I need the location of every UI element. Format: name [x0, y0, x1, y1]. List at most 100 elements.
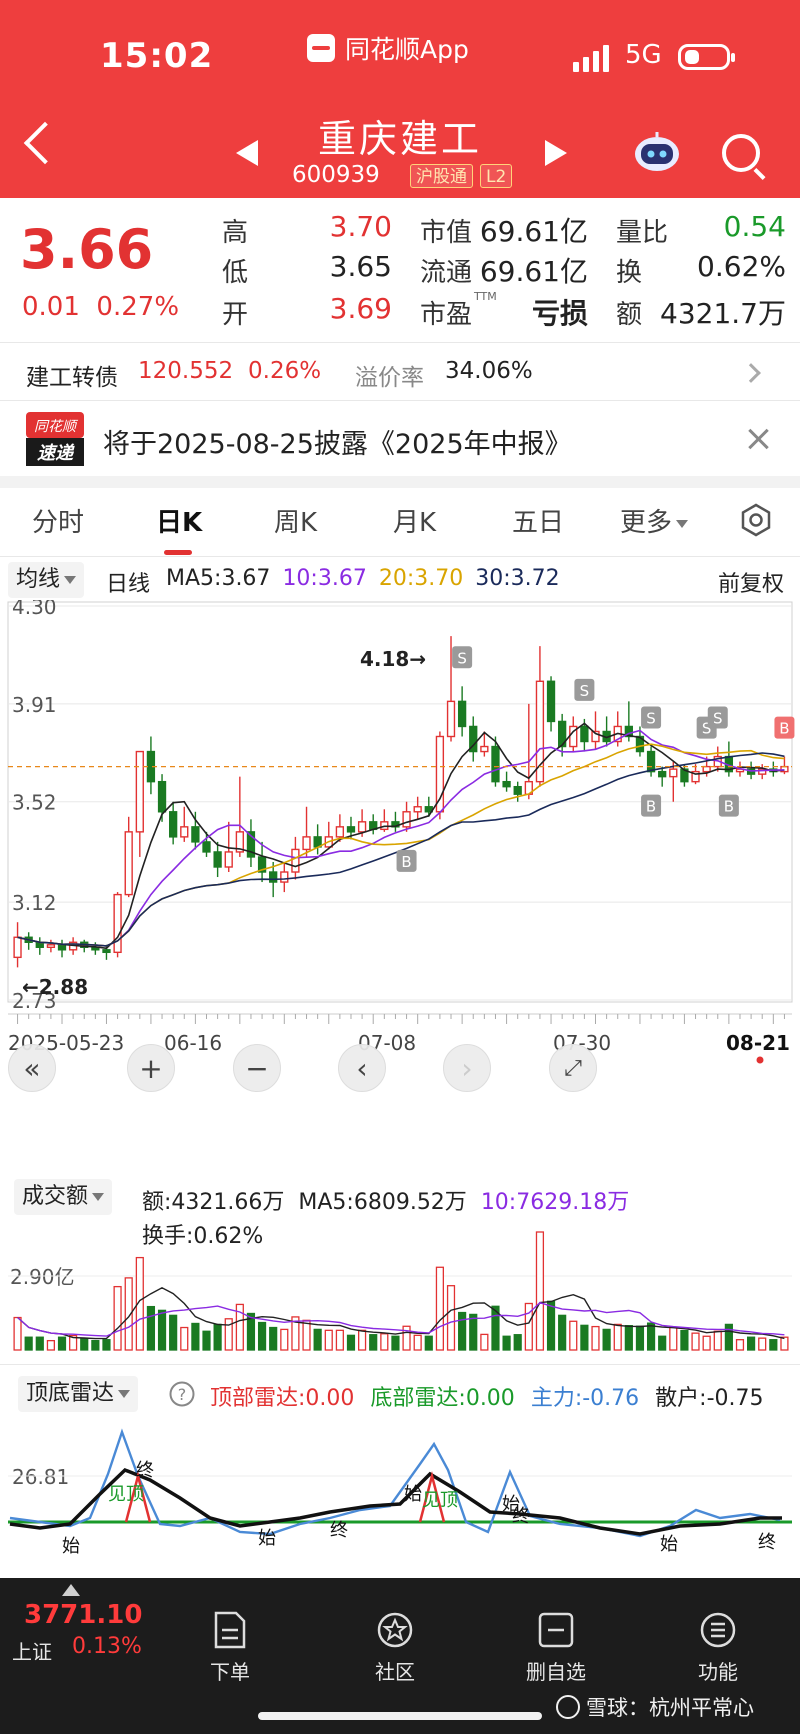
candle [113, 892, 122, 958]
convertible-bond-row[interactable]: 建工转债 120.552 0.26% 溢价率 34.06% [0, 344, 800, 398]
tab-period-4[interactable]: 五日 [512, 502, 564, 539]
volume-chart[interactable]: 2.90亿 [0, 1212, 800, 1356]
divider [0, 342, 800, 343]
tab-period-3[interactable]: 月K [393, 502, 436, 539]
status-time: 15:02 [100, 36, 214, 76]
volume-bar [257, 1321, 267, 1351]
radar-y-tick: 26.81 [12, 1465, 69, 1489]
scroll-left-icon[interactable]: ‹ [338, 1044, 386, 1092]
stat-value: 4321.7万 [660, 297, 786, 330]
sell-signal-icon[interactable]: S [574, 678, 595, 701]
radar-label: 顶部雷达:0.00 [210, 1386, 355, 1411]
zoom-in-icon[interactable]: + [127, 1044, 175, 1092]
radar-selector[interactable]: 顶底雷达 [18, 1376, 139, 1412]
divider [0, 1364, 800, 1365]
document-icon [214, 1611, 246, 1649]
candle [302, 806, 311, 857]
volume-selector[interactable]: 成交额 [14, 1179, 113, 1215]
tab-period-0[interactable]: 分时 [32, 502, 84, 539]
tab-period-1[interactable]: 日K [156, 502, 202, 539]
y-tick-label: 3.12 [12, 891, 57, 915]
low-label: ←2.88 [22, 975, 88, 999]
radar-mark-label: 始 [62, 1536, 80, 1557]
radar-mark-label: 终 [136, 1460, 154, 1481]
nav-remove-watchlist[interactable]: 删自选 [506, 1610, 606, 1685]
volume-bar [269, 1326, 278, 1351]
svg-text:S: S [457, 649, 467, 667]
app-header: 15:02 同花顺App 5G 重庆建工 600939 沪股通 L2 [0, 0, 800, 198]
volume-bar [758, 1337, 767, 1351]
network-type: 5G [625, 40, 662, 70]
active-tab-indicator [164, 550, 192, 555]
nav-functions[interactable]: 功能 [668, 1610, 768, 1685]
stat-label: 高 [222, 218, 249, 248]
nav-order[interactable]: 下单 [180, 1610, 280, 1685]
kline-chart[interactable]: 4.303.913.523.122.734.18→←2.88BSBSBS BSS2… [0, 600, 800, 1120]
triangle-up-icon [62, 1584, 80, 1596]
volume-bar [469, 1313, 478, 1351]
buy-signal-icon[interactable]: B [396, 849, 417, 872]
candle [602, 716, 611, 747]
sell-signal-icon[interactable]: S [641, 706, 662, 729]
radar-mark-label: 终 [330, 1520, 348, 1541]
buy-signal-icon[interactable]: B [718, 794, 739, 817]
nav-community[interactable]: 社区 [345, 1610, 445, 1685]
ai-assistant-icon[interactable] [632, 130, 682, 174]
candle [46, 939, 56, 953]
help-icon[interactable]: ? [168, 1380, 196, 1408]
settings-icon[interactable] [738, 502, 774, 538]
prev-stock-icon[interactable] [236, 140, 258, 166]
volume-bar [535, 1231, 545, 1351]
radar-chart[interactable]: 26.81始见顶终始 终始 见顶 始终始终 [0, 1414, 800, 1564]
stat-value: 3.70 [329, 210, 392, 243]
index-change: 0.13% [72, 1634, 142, 1659]
today-dot [756, 1056, 764, 1064]
volume-bar [780, 1336, 789, 1351]
collapse-icon[interactable]: « [8, 1044, 56, 1092]
search-icon[interactable] [722, 134, 760, 172]
volume-bar [380, 1333, 389, 1351]
stat-label: 额 [616, 300, 643, 330]
candle [724, 741, 734, 777]
svg-text:B: B [724, 798, 734, 816]
ma-selector[interactable]: 均线 [8, 562, 85, 598]
adjust-mode[interactable]: 前复权 [718, 566, 784, 598]
buy-signal-icon[interactable]: B [641, 794, 662, 817]
ma-label: 30:3.72 [475, 566, 560, 591]
buy-signal-icon[interactable]: B [774, 716, 795, 739]
volume-bar [180, 1326, 189, 1351]
stock-code: 600939 [292, 162, 380, 188]
candle [435, 731, 445, 820]
index-value[interactable]: 3771.10 [24, 1600, 142, 1630]
close-icon[interactable] [746, 426, 772, 452]
snowball-icon [556, 1695, 580, 1719]
volume-bar [458, 1311, 467, 1351]
candle [391, 811, 400, 832]
stat-value: 69.61亿 [479, 255, 588, 288]
section-gap [0, 476, 800, 488]
price-change: 0.01 0.27% [22, 292, 180, 322]
next-stock-icon[interactable] [545, 140, 567, 166]
tab-more[interactable]: 更多 [620, 502, 689, 539]
stat-value: 0.62% [697, 250, 786, 283]
volume-bar [302, 1319, 311, 1351]
volume-bar [480, 1333, 489, 1351]
fullscreen-icon[interactable]: ⤢ [549, 1044, 597, 1092]
scroll-right-icon[interactable]: › [443, 1044, 491, 1092]
volume-bar [191, 1322, 200, 1351]
tab-period-2[interactable]: 周K [274, 502, 317, 539]
signal-icon [573, 44, 609, 72]
sell-signal-icon[interactable]: S [707, 706, 728, 729]
volume-bar [702, 1335, 711, 1351]
home-indicator[interactable] [258, 1712, 542, 1720]
sell-signal-icon[interactable]: S [452, 646, 473, 669]
candle [413, 796, 422, 820]
zoom-out-icon[interactable]: − [233, 1044, 281, 1092]
volume-bar [558, 1314, 567, 1351]
volume-bar [669, 1326, 678, 1351]
news-flash-logo: 同花顺 速递 [26, 412, 84, 466]
volume-bar [691, 1332, 700, 1351]
candle [324, 821, 333, 850]
candle [457, 686, 467, 737]
candle [135, 750, 144, 857]
